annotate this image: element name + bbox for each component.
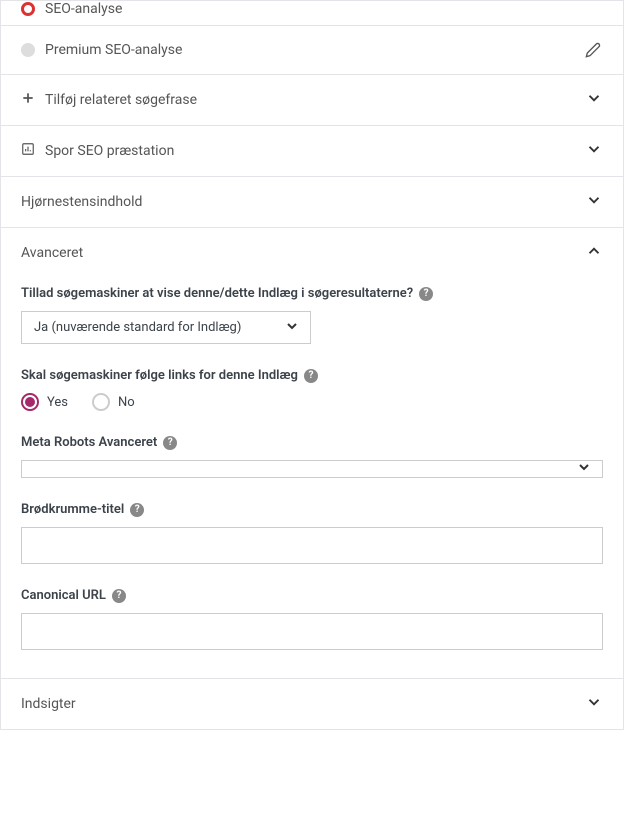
section-seo-analyse[interactable]: SEO-analyse <box>1 1 623 26</box>
help-icon[interactable]: ? <box>304 369 318 383</box>
field-canonical: Canonical URL ? <box>21 588 603 650</box>
help-icon[interactable]: ? <box>130 503 144 517</box>
canonical-label: Canonical URL <box>21 588 106 603</box>
insights-header[interactable]: Indsigter <box>1 679 623 729</box>
advanced-body: Tillad søgemaskiner at vise denne/dette … <box>1 278 623 678</box>
field-breadcrumb: Brødkrumme-titel ? <box>21 502 603 564</box>
help-icon[interactable]: ? <box>163 436 177 450</box>
field-allow-search: Tillad søgemaskiner at vise denne/dette … <box>21 286 603 344</box>
follow-yes-label: Yes <box>47 395 68 410</box>
track-seo-label: Spor SEO præstation <box>45 143 174 159</box>
chart-icon <box>21 142 35 160</box>
plus-icon <box>21 91 35 109</box>
chevron-down-icon <box>585 693 603 715</box>
edit-icon[interactable] <box>583 40 603 60</box>
section-track-seo: Spor SEO præstation <box>1 126 623 177</box>
chevron-down-icon <box>585 191 603 213</box>
section-cornerstone: Hjørnestensindhold <box>1 177 623 228</box>
meta-robots-label: Meta Robots Avanceret <box>21 435 157 450</box>
radio-follow-no[interactable]: No <box>92 393 135 411</box>
field-follow-links: Skal søgemaskiner følge links for denne … <box>21 368 603 411</box>
allow-search-label: Tillad søgemaskiner at vise denne/dette … <box>21 286 413 301</box>
status-dot-gray-icon <box>21 43 35 57</box>
section-advanced: Avanceret Tillad søgemaskiner at vise de… <box>1 228 623 679</box>
section-insights: Indsigter <box>1 679 623 729</box>
cornerstone-header[interactable]: Hjørnestensindhold <box>1 177 623 227</box>
track-seo-header[interactable]: Spor SEO præstation <box>1 126 623 176</box>
chevron-down-icon <box>284 318 300 338</box>
cornerstone-label: Hjørnestensindhold <box>21 194 142 210</box>
radio-unchecked-icon <box>92 393 110 411</box>
radio-checked-icon <box>21 393 39 411</box>
chevron-down-icon <box>585 140 603 162</box>
section-add-related: Tilføj relateret søgefrase <box>1 75 623 126</box>
chevron-up-icon <box>585 242 603 264</box>
add-related-header[interactable]: Tilføj relateret søgefrase <box>1 75 623 125</box>
seo-analyse-label: SEO-analyse <box>45 1 122 17</box>
status-dot-red-icon <box>21 2 35 16</box>
meta-robots-select[interactable] <box>21 460 603 478</box>
insights-label: Indsigter <box>21 696 76 712</box>
add-related-label: Tilføj relateret søgefrase <box>45 92 197 108</box>
radio-follow-yes[interactable]: Yes <box>21 393 68 411</box>
follow-links-label: Skal søgemaskiner følge links for denne … <box>21 368 298 383</box>
advanced-header[interactable]: Avanceret <box>1 228 623 278</box>
allow-search-select[interactable]: Ja (nuværende standard for Indlæg) <box>21 311 311 344</box>
follow-no-label: No <box>118 395 135 410</box>
premium-seo-label: Premium SEO-analyse <box>45 42 182 58</box>
canonical-input[interactable] <box>21 613 603 650</box>
help-icon[interactable]: ? <box>419 287 433 301</box>
premium-seo-header[interactable]: Premium SEO-analyse <box>1 26 623 74</box>
allow-search-value: Ja (nuværende standard for Indlæg) <box>34 320 241 335</box>
chevron-down-icon <box>576 459 592 479</box>
breadcrumb-input[interactable] <box>21 527 603 564</box>
help-icon[interactable]: ? <box>112 589 126 603</box>
advanced-label: Avanceret <box>21 245 83 261</box>
breadcrumb-label: Brødkrumme-titel <box>21 502 124 517</box>
chevron-down-icon <box>585 89 603 111</box>
field-meta-robots: Meta Robots Avanceret ? <box>21 435 603 478</box>
section-premium-seo: Premium SEO-analyse <box>1 26 623 75</box>
